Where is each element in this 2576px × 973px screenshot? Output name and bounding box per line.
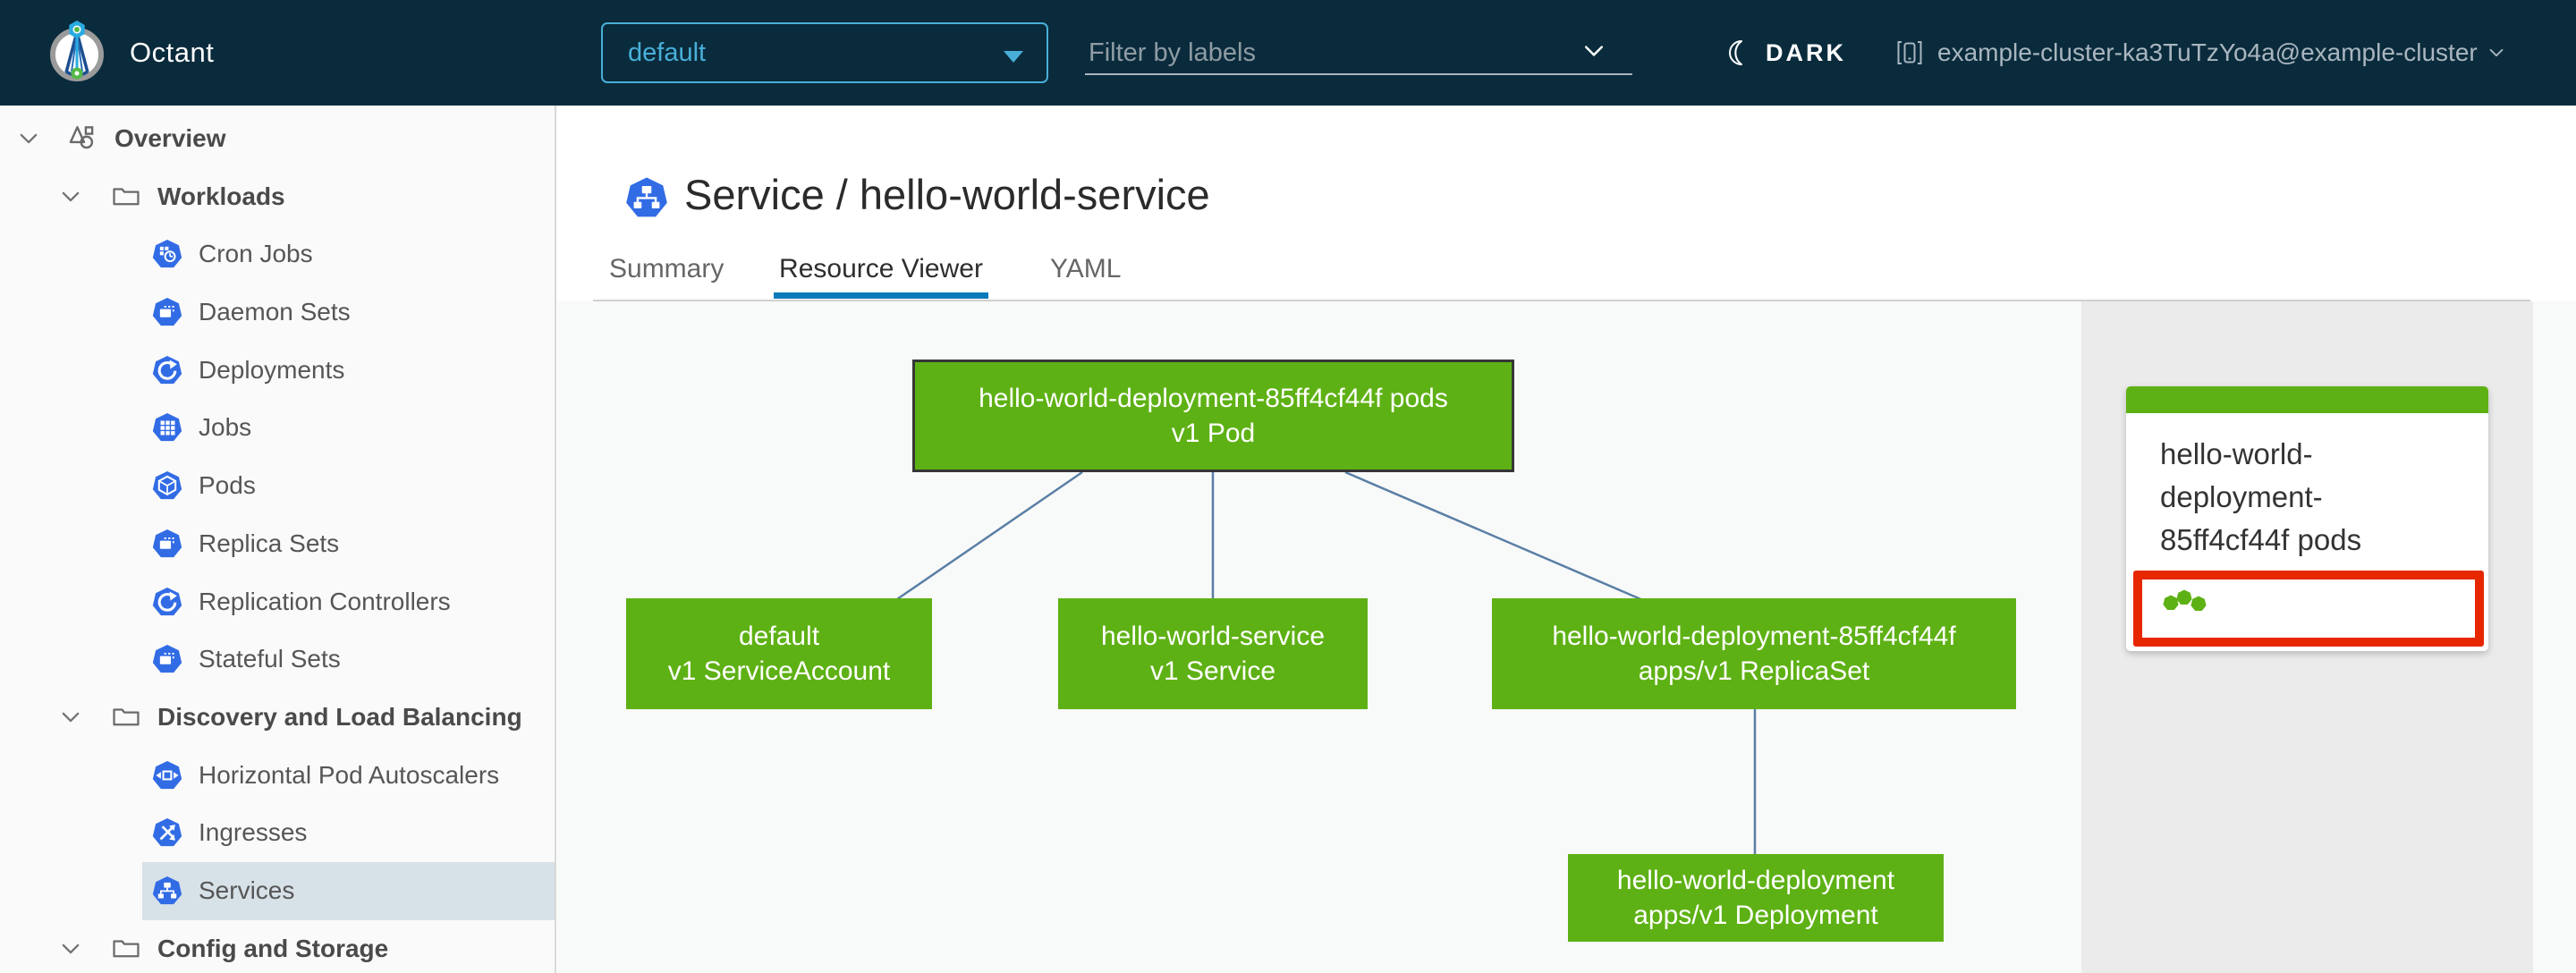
sidebar-item-label: Pods xyxy=(199,471,256,500)
folder-icon xyxy=(111,702,141,732)
deployments-icon xyxy=(152,355,182,385)
cron-jobs-icon xyxy=(152,239,182,269)
sidebar-item-label: Workloads xyxy=(157,182,285,210)
folder-icon xyxy=(111,934,141,964)
page-title: Service / hello-world-service xyxy=(684,171,1210,218)
context-name: example-cluster-ka3TuTzYo4a@example-clus… xyxy=(1937,38,2478,66)
sidebar-item-deployments[interactable]: Deployments xyxy=(0,342,555,400)
moon-icon xyxy=(1723,38,1751,67)
daemon-sets-icon xyxy=(152,297,182,327)
tab-summary[interactable]: Summary xyxy=(609,254,724,284)
graph-node-deployment[interactable]: hello-world-deployment apps/v1 Deploymen… xyxy=(1568,854,1944,942)
sidebar-item-jobs[interactable]: Jobs xyxy=(0,399,555,457)
header-bar: Octant default DARK example-cluster-ka3T… xyxy=(0,0,2576,106)
chevron-down-icon[interactable] xyxy=(58,705,83,730)
sidebar-item-discovery-and-load-balancing[interactable]: Discovery and Load Balancing xyxy=(0,689,555,747)
sidebar-item-replica-sets[interactable]: Replica Sets xyxy=(0,515,555,573)
sidebar-item-label: Stateful Sets xyxy=(199,645,341,673)
selected-node-card: hello-world-deployment-85ff4cf44f pods xyxy=(2126,386,2488,651)
ingresses-icon xyxy=(152,817,182,848)
active-tab-underline xyxy=(774,292,988,299)
sidebar-item-label: Discovery and Load Balancing xyxy=(157,702,522,731)
pod-status-selection-box xyxy=(2133,571,2484,647)
sidebar-item-label: Cron Jobs xyxy=(199,240,313,268)
node-label-line1: hello-world-deployment xyxy=(1616,866,1895,895)
graph-node-serviceaccount[interactable]: default v1 ServiceAccount xyxy=(626,598,932,709)
node-label-line2: apps/v1 ReplicaSet xyxy=(1638,656,1870,686)
overview-icon xyxy=(66,123,98,155)
node-detail-panel: hello-world-deployment-85ff4cf44f pods xyxy=(2081,301,2533,973)
sidebar-item-ingresses[interactable]: Ingresses xyxy=(0,804,555,862)
cluster-context-icon xyxy=(1894,38,1925,68)
sidebar-item-services[interactable]: Services xyxy=(0,861,555,920)
node-label-line1: hello-world-service xyxy=(1100,622,1326,651)
pod-status-dot[interactable] xyxy=(2190,596,2207,612)
sidebar-item-label: Services xyxy=(199,876,295,904)
chevron-down-icon[interactable] xyxy=(58,936,83,961)
sidebar-item-label: Replica Sets xyxy=(199,529,340,557)
label-filter-input[interactable] xyxy=(1087,32,1591,73)
jobs-icon xyxy=(152,412,182,443)
filter-chevron-down-icon[interactable] xyxy=(1580,38,1607,64)
stateful-sets-icon xyxy=(152,644,182,674)
sidebar-item-cron-jobs[interactable]: Cron Jobs xyxy=(0,225,555,283)
sidebar-item-horizontal-pod-autoscalers[interactable]: Horizontal Pod Autoscalers xyxy=(0,747,555,805)
card-title: hello-world-deployment-85ff4cf44f pods xyxy=(2160,437,2362,556)
node-label-line2: v1 Pod xyxy=(1171,419,1256,448)
sidebar-item-overview[interactable]: Overview xyxy=(0,110,555,168)
service-resource-icon xyxy=(625,175,668,220)
graph-node-pod[interactable]: hello-world-deployment-85ff4cf44f pods v… xyxy=(912,360,1514,472)
replica-sets-icon xyxy=(152,529,182,559)
sidebar-item-stateful-sets[interactable]: Stateful Sets xyxy=(0,630,555,689)
tab-yaml[interactable]: YAML xyxy=(1050,254,1121,284)
context-switcher[interactable]: example-cluster-ka3TuTzYo4a@example-clus… xyxy=(1894,0,2506,106)
tab-resource-viewer[interactable]: Resource Viewer xyxy=(774,254,988,284)
node-label-line2: v1 ServiceAccount xyxy=(667,656,891,686)
dropdown-caret-icon xyxy=(1004,51,1023,63)
node-label-line1: default xyxy=(738,622,820,651)
main-content: Service / hello-world-service Summary Re… xyxy=(557,106,2576,973)
card-status-bar xyxy=(2126,386,2488,413)
pod-status-dots[interactable] xyxy=(2163,588,2216,615)
namespace-dropdown[interactable]: default xyxy=(601,22,1048,83)
sidebar-item-daemon-sets[interactable]: Daemon Sets xyxy=(0,283,555,342)
sidebar-item-label: Replication Controllers xyxy=(199,587,451,615)
sidebar-nav: Overview Workloads Cron Jobs Daemon Sets… xyxy=(0,106,556,973)
replication-controllers-icon xyxy=(152,587,182,617)
sidebar-item-replication-controllers[interactable]: Replication Controllers xyxy=(0,573,555,631)
sidebar-item-label: Overview xyxy=(114,124,226,152)
node-label-line1: hello-world-deployment-85ff4cf44f pods xyxy=(979,384,1448,413)
sidebar-item-workloads[interactable]: Workloads xyxy=(0,168,555,226)
sidebar-item-label: Ingresses xyxy=(199,818,308,847)
context-chevron-down-icon xyxy=(2487,43,2506,63)
graph-node-replicaset[interactable]: hello-world-deployment-85ff4cf44f apps/v… xyxy=(1492,598,2016,709)
graph-node-service[interactable]: hello-world-service v1 Service xyxy=(1058,598,1368,709)
node-label-line2: apps/v1 Deployment xyxy=(1633,901,1878,930)
chevron-down-icon[interactable] xyxy=(16,126,41,151)
services-icon xyxy=(152,876,182,906)
horizontal-pod-autoscalers-icon xyxy=(152,760,182,791)
label-filter xyxy=(1085,27,1632,75)
sidebar-item-label: Config and Storage xyxy=(157,934,389,962)
node-label-line2: v1 Service xyxy=(1149,656,1276,686)
app-title: Octant xyxy=(130,37,215,68)
sidebar-item-label: Daemon Sets xyxy=(199,298,351,326)
pods-icon xyxy=(152,470,182,501)
namespace-dropdown-value: default xyxy=(628,38,707,67)
sidebar-item-config-and-storage[interactable]: Config and Storage xyxy=(0,920,555,973)
theme-toggle-label: DARK xyxy=(1766,38,1846,66)
sidebar-item-label: Deployments xyxy=(199,355,345,384)
sidebar-item-pods[interactable]: Pods xyxy=(0,457,555,515)
chevron-down-icon[interactable] xyxy=(58,184,83,209)
sidebar-item-label: Horizontal Pod Autoscalers xyxy=(199,760,500,789)
theme-toggle-button[interactable]: DARK xyxy=(1723,0,1846,106)
sidebar-item-label: Jobs xyxy=(199,413,252,442)
folder-icon xyxy=(111,182,141,212)
octant-logo-icon xyxy=(50,21,104,81)
node-label-line1: hello-world-deployment-85ff4cf44f xyxy=(1552,622,1956,651)
